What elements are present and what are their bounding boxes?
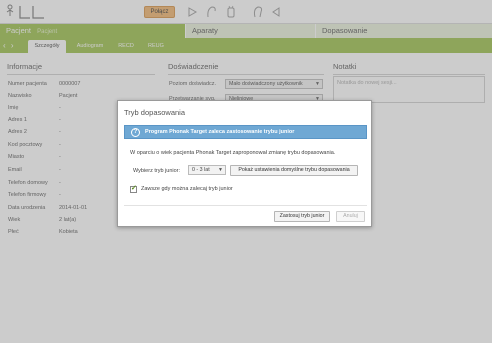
- fitting-mode-dialog: Tryb dopasowania ? Program Phonak Target…: [117, 100, 372, 227]
- info-icon: ?: [131, 128, 140, 137]
- junior-mode-value: 0 - 3 lat: [192, 167, 210, 173]
- dialog-message: W oparciu o wiek pacjenta Phonak Target …: [130, 150, 336, 156]
- junior-mode-label: Wybierz tryb junior:: [133, 168, 181, 174]
- always-recommend-label: Zawsze gdy można zalecaj tryb junior: [141, 186, 233, 192]
- chevron-down-icon: ▼: [218, 167, 223, 173]
- banner-text: Program Phonak Target zaleca zastosowani…: [145, 129, 295, 135]
- cancel-button[interactable]: Anuluj: [336, 211, 365, 222]
- apply-junior-button[interactable]: Zastosuj tryb junior: [274, 211, 330, 222]
- junior-mode-dropdown[interactable]: 0 - 3 lat ▼: [188, 165, 226, 175]
- checkmark-icon: ✓: [131, 185, 137, 192]
- show-defaults-button[interactable]: Pokaż ustawienia domyślne trybu dopasowa…: [230, 165, 358, 176]
- always-recommend-checkbox[interactable]: ✓: [130, 185, 137, 193]
- dialog-separator: [124, 205, 367, 206]
- recommendation-banner: ? Program Phonak Target zaleca zastosowa…: [124, 125, 367, 139]
- dialog-title: Tryb dopasowania: [124, 108, 186, 117]
